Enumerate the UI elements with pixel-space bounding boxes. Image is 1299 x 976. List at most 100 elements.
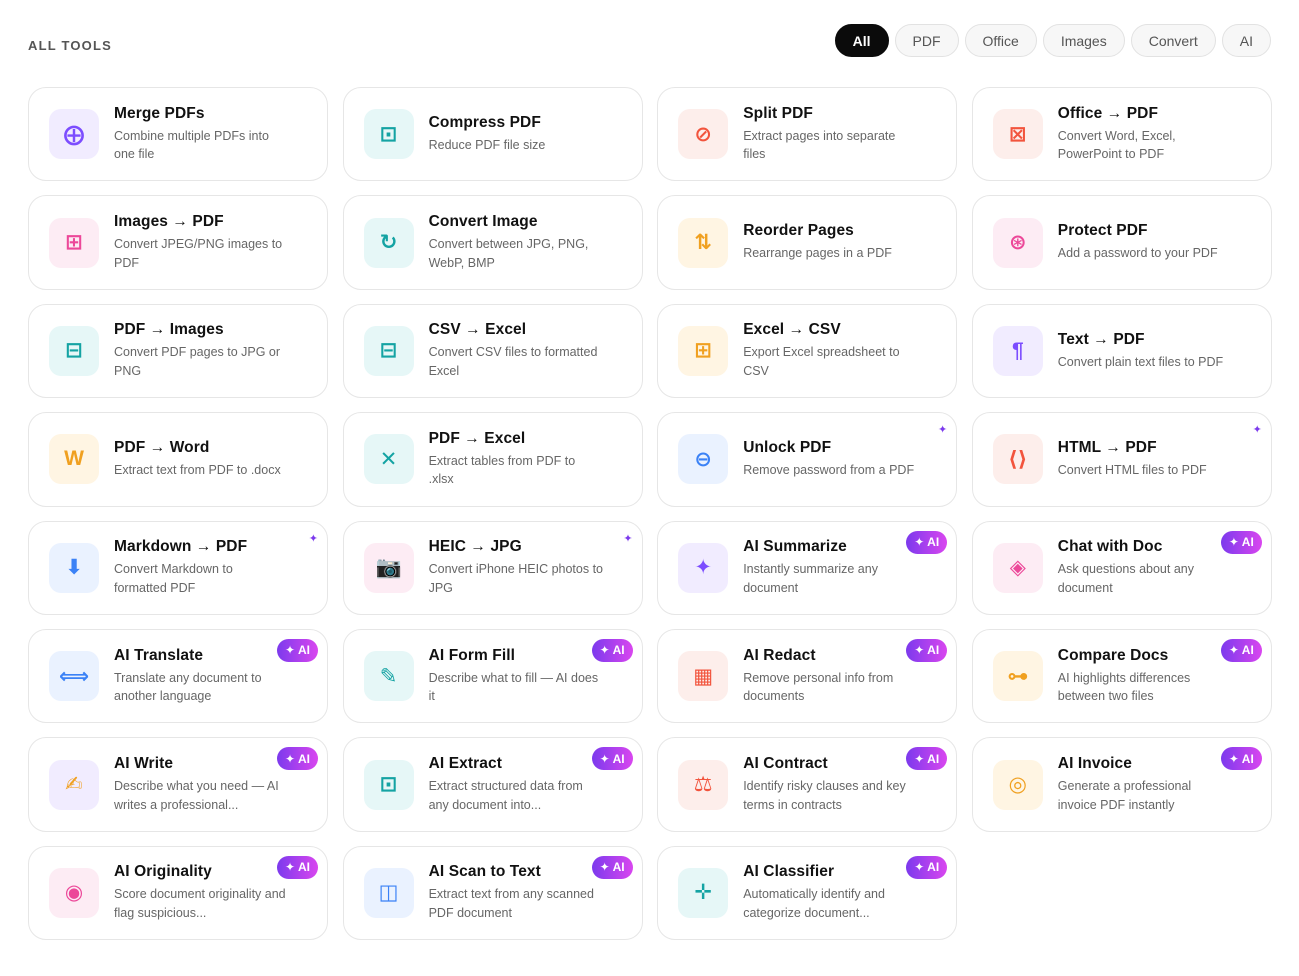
tool-card[interactable]: ⊞ Images → PDF Convert JPEG/PNG images to …	[28, 195, 328, 290]
tool-card[interactable]: ◈ Chat with Doc Ask questions about any do…	[971, 520, 1272, 615]
scales-icon: ⚖	[678, 759, 729, 810]
tool-card[interactable]: ⊟ CSV → Excel Convert CSV files to formatt…	[342, 303, 643, 399]
tool-description: Convert plain text files to PDF	[1057, 354, 1224, 369]
tool-title: Excel → CSV	[743, 321, 841, 339]
camera-icon: 📷	[363, 542, 414, 593]
filter-chip-ai[interactable]: AI	[1221, 24, 1271, 57]
merge-icon: ⨁	[49, 109, 99, 160]
tool-card[interactable]: ⊞ Excel → CSV Export Excel spreadsheet to …	[657, 303, 958, 399]
tool-description: Instantly summarize any document	[743, 562, 878, 595]
tool-description: Describe what to fill — AI does it	[428, 670, 599, 704]
write-icon: ✍	[49, 759, 99, 810]
tool-title: Chat with Doc	[1057, 538, 1163, 556]
reorder-icon: ⇅	[678, 217, 729, 268]
tool-card[interactable]: 📷 HEIC → JPG Convert iPhone HEIC photos to…	[342, 520, 643, 615]
tool-title: AI Invoice	[1057, 755, 1132, 773]
tool-title: HEIC → JPG	[428, 538, 522, 556]
ai-badge: ✦ AI	[277, 638, 318, 662]
tool-text: AI Extract Extract structured data from a…	[429, 755, 604, 814]
tool-title: Convert Image	[428, 213, 538, 231]
tool-title: Images → PDF	[114, 213, 224, 231]
tool-description: Convert HTML files to PDF	[1057, 463, 1207, 478]
tool-text: Merge PDFs Combine multiple PDFs into one…	[114, 105, 289, 164]
target-icon: ◉	[49, 867, 99, 918]
tool-card[interactable]: ◎ AI Invoice Generate a professional invoi…	[971, 737, 1272, 832]
ai-badge: ✦ AI	[1220, 747, 1262, 771]
tool-title: Merge PDFs	[114, 104, 205, 122]
tool-card[interactable]: ⨁ Merge PDFs Combine multiple PDFs into on…	[28, 87, 328, 182]
tool-title: Protect PDF	[1057, 222, 1148, 240]
tool-text: Excel → CSV Export Excel spreadsheet to C…	[743, 321, 918, 380]
tool-text: Protect PDF Add a password to your PDF	[1058, 222, 1218, 263]
tool-title: PDF → Excel	[428, 429, 526, 447]
tool-text: AI Translate Translate any document to an…	[114, 647, 289, 706]
tool-description: Convert PDF pages to JPG or PNG	[114, 345, 281, 378]
sparkle-icon: ✦	[1252, 424, 1262, 437]
tool-text: Compress PDF Reduce PDF file size	[429, 114, 546, 155]
tool-description: Convert JPEG/PNG images to PDF	[114, 237, 283, 270]
tool-description: Ask questions about any document	[1057, 562, 1194, 595]
tool-title: AI Contract	[743, 755, 828, 773]
tool-card[interactable]: ✦ AI Summarize Instantly summarize any doc…	[657, 520, 958, 615]
tool-title: AI Translate	[114, 646, 204, 664]
tool-text: AI Contract Identify risky clauses and ke…	[743, 755, 918, 814]
section-title: ALL TOOLS	[28, 38, 112, 53]
redact-icon: ▦	[678, 651, 729, 702]
tool-card[interactable]: ⊘ Split PDF Extract pages into separate fi…	[657, 87, 958, 182]
tool-card[interactable]: ⟨⟩ HTML → PDF Convert HTML files to PDF ✦	[971, 412, 1272, 507]
tool-description: Extract text from any scanned PDF docume…	[428, 887, 594, 920]
tool-card[interactable]: ⊡ Compress PDF Reduce PDF file size	[342, 87, 643, 182]
tool-card[interactable]: ⊶ Compare Docs AI highlights differences b…	[971, 628, 1272, 724]
tool-description: Remove personal info from documents	[743, 670, 894, 704]
filter-chip-pdf[interactable]: PDF	[894, 24, 959, 57]
tool-card[interactable]: ✛ AI Classifier Automatically identify and…	[657, 845, 958, 941]
tool-card[interactable]: ⟺ AI Translate Translate any document to a…	[28, 628, 328, 724]
tool-card[interactable]: ⊛ Protect PDF Add a password to your PDF	[971, 195, 1272, 290]
download-icon: ⬇	[49, 542, 99, 593]
tool-card[interactable]: W PDF → Word Extract text from PDF to .doc…	[28, 412, 328, 507]
extract-icon: ⊡	[363, 759, 414, 810]
tool-text: HEIC → JPG Convert iPhone HEIC photos to …	[429, 538, 604, 597]
filter-chip-convert[interactable]: Convert	[1130, 24, 1216, 57]
tool-description: Extract pages into separate files	[743, 128, 896, 162]
tool-description: Describe what you need — AI writes a pro…	[114, 779, 279, 812]
tool-text: Markdown → PDF Convert Markdown to format…	[114, 538, 289, 597]
filter-chip-office[interactable]: Office	[964, 24, 1037, 57]
tool-card[interactable]: ⇅ Reorder Pages Rearrange pages in a PDF	[657, 195, 958, 290]
tool-card[interactable]: ⊖ Unlock PDF Remove password from a PDF ✦	[657, 412, 958, 507]
tool-card[interactable]: ⊟ PDF → Images Convert PDF pages to JPG or…	[28, 303, 328, 399]
filter-chip-images[interactable]: Images	[1042, 24, 1125, 57]
tool-card[interactable]: ⚖ AI Contract Identify risky clauses and k…	[657, 737, 958, 832]
tool-description: Extract tables from PDF to .xlsx	[428, 453, 576, 487]
tool-card[interactable]: ⬇ Markdown → PDF Convert Markdown to forma…	[28, 520, 328, 615]
tool-card[interactable]: ◫ AI Scan to Text Extract text from any sc…	[342, 845, 643, 941]
tool-text: AI Scan to Text Extract text from any sca…	[429, 863, 604, 922]
tool-description: Score document originality and flag susp…	[114, 887, 286, 920]
ai-badge: ✦ AI	[277, 855, 318, 879]
tool-card[interactable]: ✎ AI Form Fill Describe what to fill — AI …	[342, 628, 643, 724]
tool-card[interactable]: ⊡ AI Extract Extract structured data from …	[342, 737, 643, 832]
tool-text: PDF → Excel Extract tables from PDF to .x…	[429, 430, 604, 489]
tool-card[interactable]: ▦ AI Redact Remove personal info from docu…	[657, 628, 958, 724]
invoice-icon: ◎	[992, 759, 1043, 810]
tool-title: AI Classifier	[743, 863, 835, 881]
filter-chip-all[interactable]: All	[834, 24, 889, 57]
tool-card[interactable]: ✍ AI Write Describe what you need — AI wri…	[28, 737, 328, 832]
tool-card[interactable]: ⊠ Office → PDF Convert Word, Excel, PowerP…	[971, 87, 1272, 182]
tool-text: AI Originality Score document originality…	[114, 863, 289, 922]
lock-icon: ⊛	[992, 217, 1043, 268]
tool-card[interactable]: ¶ Text → PDF Convert plain text files to P…	[971, 303, 1272, 399]
split-icon: ⊘	[678, 109, 729, 160]
tool-card[interactable]: ↻ Convert Image Convert between JPG, PNG, …	[342, 195, 643, 290]
tool-text: Text → PDF Convert plain text files to PD…	[1058, 331, 1223, 372]
code-icon: ⟨⟩	[992, 434, 1043, 485]
tool-description: Automatically identify and categorize do…	[743, 887, 885, 920]
tool-description: Translate any document to another langua…	[114, 670, 262, 704]
image-frame-icon: ⊟	[49, 325, 99, 376]
tool-text: AI Invoice Generate a professional invoic…	[1058, 755, 1233, 814]
tool-card[interactable]: ✕ PDF → Excel Extract tables from PDF to .…	[342, 412, 643, 507]
tool-title: AI Summarize	[743, 538, 847, 556]
tool-card[interactable]: ◉ AI Originality Score document originalit…	[28, 845, 328, 941]
tool-title: Markdown → PDF	[114, 538, 248, 556]
ai-badge: ✦ AI	[1220, 638, 1262, 662]
